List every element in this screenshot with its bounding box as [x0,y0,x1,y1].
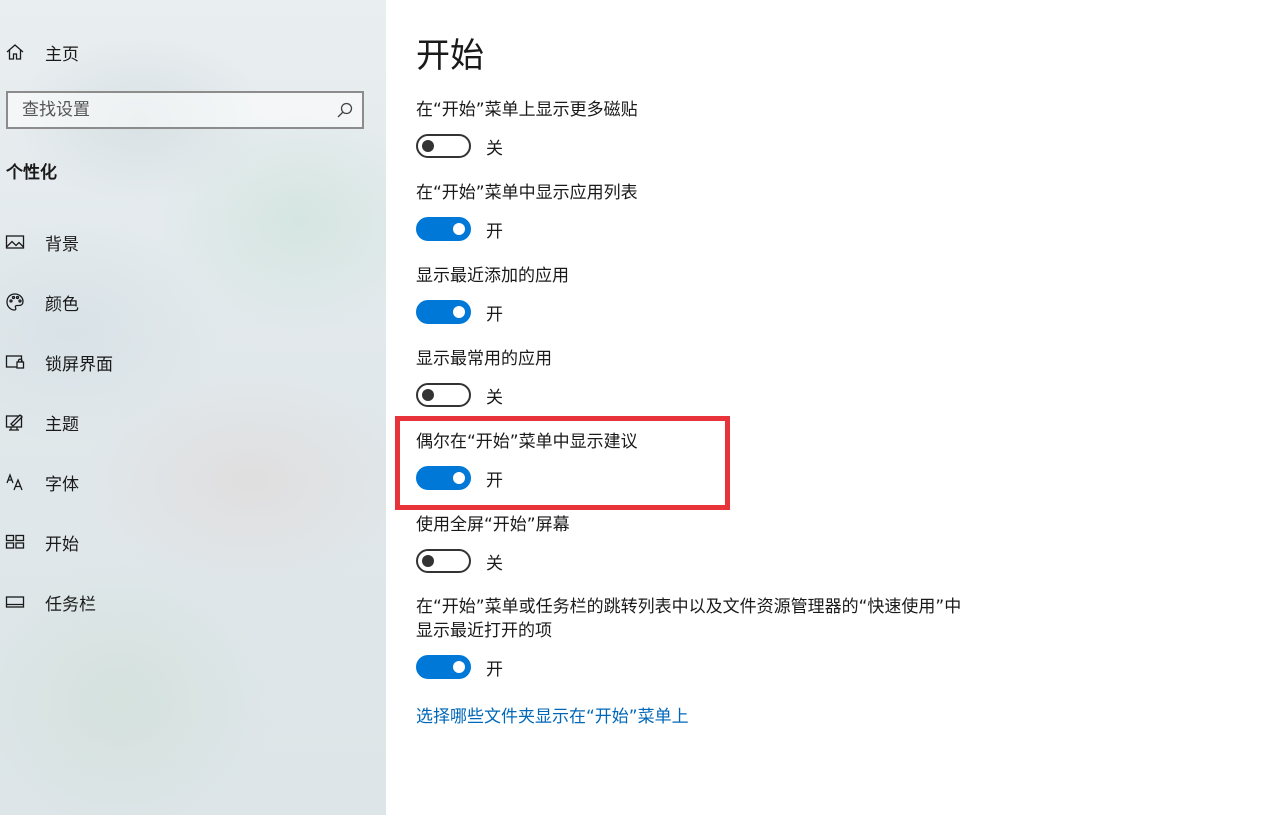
toggle-switch[interactable] [416,300,471,324]
toggle-state-label: 开 [486,470,503,491]
choose-folders-link[interactable]: 选择哪些文件夹显示在“开始”菜单上 [416,702,689,727]
toggle-knob [453,472,465,484]
toggle-switch[interactable] [416,134,471,158]
setting-app-list: 在“开始”菜单中显示应用列表 开 [416,181,638,242]
settings-window: 主页 个性化 背景 [0,0,1265,815]
toggle-state-label: 开 [486,221,503,242]
toggle-switch[interactable] [416,549,471,573]
sidebar-item-label: 开始 [45,534,79,555]
sidebar-item-lock-screen[interactable]: 锁屏界面 [0,342,113,382]
main-content: 开始 在“开始”菜单上显示更多磁贴 关 在“开始”菜单中显示应用列表 开 显示最… [386,0,1265,815]
toggle-switch[interactable] [416,217,471,241]
toggle-state-label: 关 [486,138,503,159]
toggle-knob [453,306,465,318]
sidebar-item-home[interactable]: 主页 [0,32,79,72]
sidebar-item-fonts[interactable]: 字体 [0,462,79,502]
toggle-knob [422,555,434,567]
toggle-switch[interactable] [416,466,471,490]
page-title: 开始 [416,36,484,76]
sidebar-item-label: 字体 [45,474,79,495]
toggle-switch[interactable] [416,655,471,679]
start-icon [4,531,26,553]
toggle-state-label: 开 [486,659,503,680]
toggle-knob [453,661,465,673]
sidebar-item-themes[interactable]: 主题 [0,402,79,442]
sidebar-item-label: 颜色 [45,294,79,315]
lock-screen-icon [4,351,26,373]
toggle-knob [453,223,465,235]
toggle-state-label: 关 [486,553,503,574]
sidebar-item-taskbar[interactable]: 任务栏 [0,582,96,622]
setting-label: 偶尔在“开始”菜单中显示建议 [416,432,638,452]
toggle-knob [422,389,434,401]
home-icon [4,41,26,63]
setting-label-line2: 显示最近打开的项 [416,621,552,641]
sidebar-item-background[interactable]: 背景 [0,222,79,262]
sidebar-item-label: 背景 [45,234,79,255]
search-box[interactable] [6,91,364,129]
font-icon [4,471,26,493]
sidebar-item-colors[interactable]: 颜色 [0,282,79,322]
setting-label: 在“开始”菜单上显示更多磁贴 [416,100,638,120]
sidebar-item-label: 主题 [45,414,79,435]
palette-icon [4,291,26,313]
setting-label: 在“开始”菜单中显示应用列表 [416,183,638,203]
sidebar: 主页 个性化 背景 [0,0,387,815]
toggle-state-label: 关 [486,387,503,408]
theme-icon [4,411,26,433]
setting-suggestions: 偶尔在“开始”菜单中显示建议 开 [416,430,638,491]
sidebar-item-label: 主页 [45,44,79,65]
toggle-knob [422,140,434,152]
section-title: 个性化 [6,163,57,183]
setting-recent-items: 在“开始”菜单或任务栏的跳转列表中以及文件资源管理器的“快速使用”中 显示最近打… [416,595,962,680]
setting-recently-added: 显示最近添加的应用 开 [416,264,569,325]
sidebar-item-label: 锁屏界面 [45,354,113,375]
picture-icon [4,231,26,253]
setting-label-line1: 在“开始”菜单或任务栏的跳转列表中以及文件资源管理器的“快速使用”中 [416,597,962,617]
taskbar-icon [4,591,26,613]
setting-more-tiles: 在“开始”菜单上显示更多磁贴 关 [416,98,638,159]
setting-label: 显示最近添加的应用 [416,266,569,286]
search-icon[interactable] [336,101,354,119]
sidebar-item-label: 任务栏 [45,594,96,615]
sidebar-item-start[interactable]: 开始 [0,522,79,562]
search-input[interactable] [8,93,332,127]
setting-most-used: 显示最常用的应用 关 [416,347,552,408]
setting-label: 显示最常用的应用 [416,349,552,369]
setting-label: 使用全屏“开始”屏幕 [416,515,570,535]
toggle-state-label: 开 [486,304,503,325]
toggle-switch[interactable] [416,383,471,407]
setting-full-screen: 使用全屏“开始”屏幕 关 [416,513,570,574]
